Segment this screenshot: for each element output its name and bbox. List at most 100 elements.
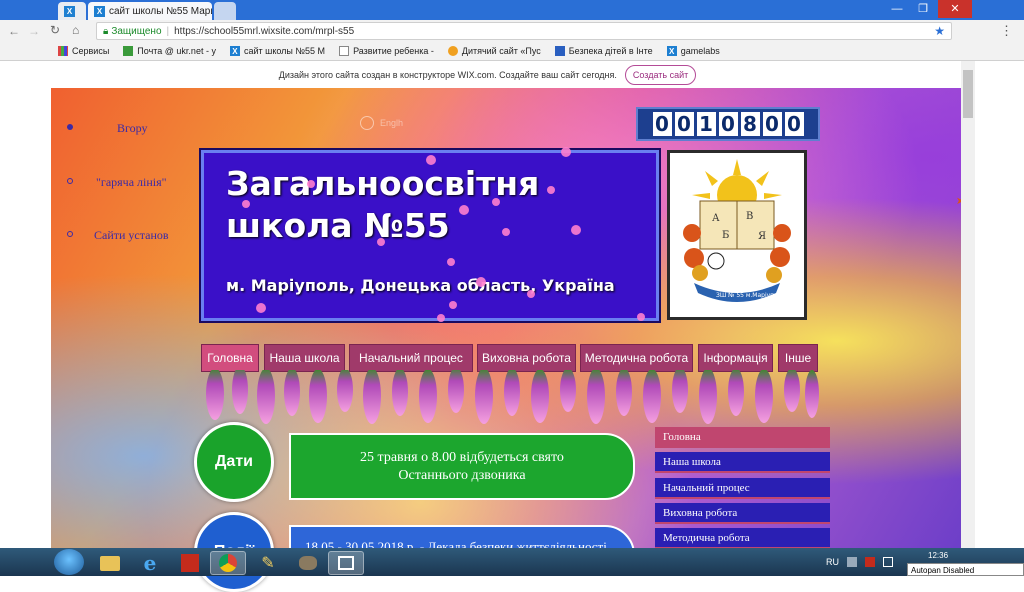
- home-icon[interactable]: ⌂: [72, 23, 79, 37]
- bookmarks-bar: Сервисы Почта @ ukr.net - у X сайт школы…: [0, 42, 1024, 61]
- wix-banner: Дизайн этого сайта создан в конструкторе…: [0, 61, 975, 88]
- language-indicator[interactable]: RU: [826, 557, 839, 567]
- scrollbar[interactable]: [961, 61, 975, 548]
- house-icon: [554, 46, 565, 56]
- nav-home[interactable]: Головна: [201, 344, 259, 372]
- nav-education[interactable]: Начальний процес: [349, 344, 473, 372]
- back-icon[interactable]: ←: [8, 24, 20, 38]
- language-globe-icon[interactable]: [360, 116, 374, 130]
- paint-icon: ✎: [261, 555, 275, 572]
- tab-active[interactable]: X сайт школы №55 Мари ✕: [88, 2, 212, 20]
- taskbar-paint[interactable]: ✎: [250, 551, 286, 575]
- url-text: https://school55mrl.wixsite.com/mrpl-s55: [174, 25, 355, 37]
- bullet-icon: [67, 178, 73, 184]
- tab-favicon-icon: X: [94, 5, 105, 17]
- url-separator: |: [166, 25, 170, 37]
- bookmark-star-icon[interactable]: ★: [934, 24, 945, 38]
- page-margin: [975, 61, 1024, 548]
- forward-icon[interactable]: →: [28, 24, 40, 38]
- bookmark-mail[interactable]: Почта @ ukr.net - у: [123, 46, 216, 56]
- nav-info[interactable]: Інформація: [698, 344, 773, 372]
- nav-upbringing[interactable]: Виховна робота: [477, 344, 576, 372]
- new-tab-button[interactable]: [214, 2, 236, 20]
- nav-our-school[interactable]: Наша школа: [264, 344, 345, 372]
- taskbar-chrome[interactable]: [210, 551, 246, 575]
- taskbar-acrobat[interactable]: [172, 551, 208, 575]
- pinned-tab[interactable]: X: [58, 2, 86, 20]
- link-hotline[interactable]: "гаряча лінія": [96, 175, 167, 190]
- sidenav-methodics[interactable]: Методична робота: [655, 528, 830, 549]
- sidenav-our-school[interactable]: Наша школа: [655, 452, 830, 473]
- tab-favicon-icon: X: [64, 5, 75, 17]
- news-dates-line2: Останнього дзвоника: [398, 467, 526, 483]
- svg-text:Я: Я: [758, 231, 766, 242]
- tray-app-icon[interactable]: [847, 557, 857, 567]
- svg-text:А: А: [712, 213, 720, 224]
- secure-label: Защищено: [111, 25, 162, 37]
- nav-other[interactable]: Інше: [778, 344, 818, 372]
- apps-icon: [58, 46, 68, 56]
- petals-decoration: [242, 147, 645, 322]
- x-favicon-icon: X: [666, 46, 677, 56]
- menu-icon[interactable]: ⋮: [1000, 23, 1013, 39]
- maximize-button[interactable]: ❐: [912, 0, 934, 18]
- counter-digit: 1: [696, 112, 716, 136]
- wisteria-decoration: [206, 370, 819, 424]
- counter-digit: 0: [652, 112, 672, 136]
- taskbar-window[interactable]: [328, 551, 364, 575]
- window-icon: [338, 556, 354, 570]
- reload-icon[interactable]: ↻: [50, 23, 60, 37]
- svg-text:Б: Б: [722, 230, 729, 241]
- wix-banner-text: Дизайн этого сайта создан в конструкторе…: [278, 69, 617, 80]
- autopan-status: Autopan Disabled: [907, 563, 1024, 576]
- minimize-button[interactable]: —: [886, 0, 908, 18]
- bookmark-kids-site[interactable]: Дитячий сайт «Пус: [447, 46, 541, 56]
- taskbar-gimp[interactable]: [290, 551, 326, 575]
- chrome-icon: [219, 554, 237, 572]
- mail-icon: [123, 46, 134, 56]
- taskbar-ie[interactable]: e: [132, 551, 168, 575]
- x-favicon-icon: X: [229, 46, 240, 56]
- create-site-button[interactable]: Создать сайт: [624, 64, 697, 85]
- bookmark-gamelabs[interactable]: X gamelabs: [666, 46, 720, 56]
- counter-digit: 0: [784, 112, 804, 136]
- link-top[interactable]: Вгору: [117, 121, 147, 136]
- svg-text:В: В: [746, 211, 753, 222]
- school-emblem-icon: А Б В Я ЗШ № 55 м.Маріуполь: [683, 159, 791, 302]
- bookmark-child-dev[interactable]: Развитие ребенка -: [339, 46, 434, 56]
- counter-digit: 0: [762, 112, 782, 136]
- school-logo: А Б В Я ЗШ № 55 м.Маріуполь: [667, 150, 807, 320]
- visitor-counter: 0 0 1 0 8 0 0: [636, 107, 820, 141]
- tray-flag-icon[interactable]: [883, 557, 893, 567]
- language-label[interactable]: Englh: [380, 118, 403, 128]
- sidenav-education[interactable]: Начальний процес: [655, 478, 830, 499]
- bookmark-services[interactable]: Сервисы: [58, 46, 109, 56]
- duck-icon: [447, 46, 458, 56]
- news-dates-line1: 25 травня о 8.00 відбудеться свято: [360, 449, 564, 465]
- bookmark-school[interactable]: X сайт школы №55 М: [229, 46, 325, 56]
- nav-methodics[interactable]: Методична робота: [580, 344, 693, 372]
- counter-digit: 0: [674, 112, 694, 136]
- svg-text:ЗШ № 55 м.Маріуполь: ЗШ № 55 м.Маріуполь: [716, 292, 786, 299]
- folder-icon: [100, 555, 120, 571]
- counter-digit: 0: [718, 112, 738, 136]
- clock[interactable]: 12:36: [928, 551, 948, 560]
- lock-icon: 🔒︎: [103, 25, 109, 37]
- bullet-icon: [67, 231, 73, 237]
- start-button[interactable]: [54, 549, 84, 575]
- bookmark-safety[interactable]: Безпека дітей в Інте: [554, 46, 653, 56]
- news-dates-box: 25 травня о 8.00 відбудеться свято Остан…: [289, 433, 635, 500]
- tab-title: сайт школы №55 Мари: [109, 5, 212, 17]
- sidenav-home[interactable]: Головна: [655, 427, 830, 448]
- ie-icon: e: [143, 551, 157, 575]
- bullet-icon: [67, 124, 73, 130]
- dates-circle[interactable]: Дати: [194, 422, 274, 502]
- link-institutions[interactable]: Сайти установ: [94, 228, 169, 243]
- url-input[interactable]: 🔒︎ Защищено | https://school55mrl.wixsit…: [96, 22, 952, 40]
- taskbar-explorer[interactable]: [92, 551, 128, 575]
- sidenav-upbringing[interactable]: Виховна робота: [655, 503, 830, 524]
- close-window-button[interactable]: ✕: [938, 0, 972, 18]
- gimp-icon: [299, 556, 317, 570]
- scrollbar-thumb[interactable]: [963, 70, 973, 118]
- tray-acrobat-icon[interactable]: [865, 557, 875, 567]
